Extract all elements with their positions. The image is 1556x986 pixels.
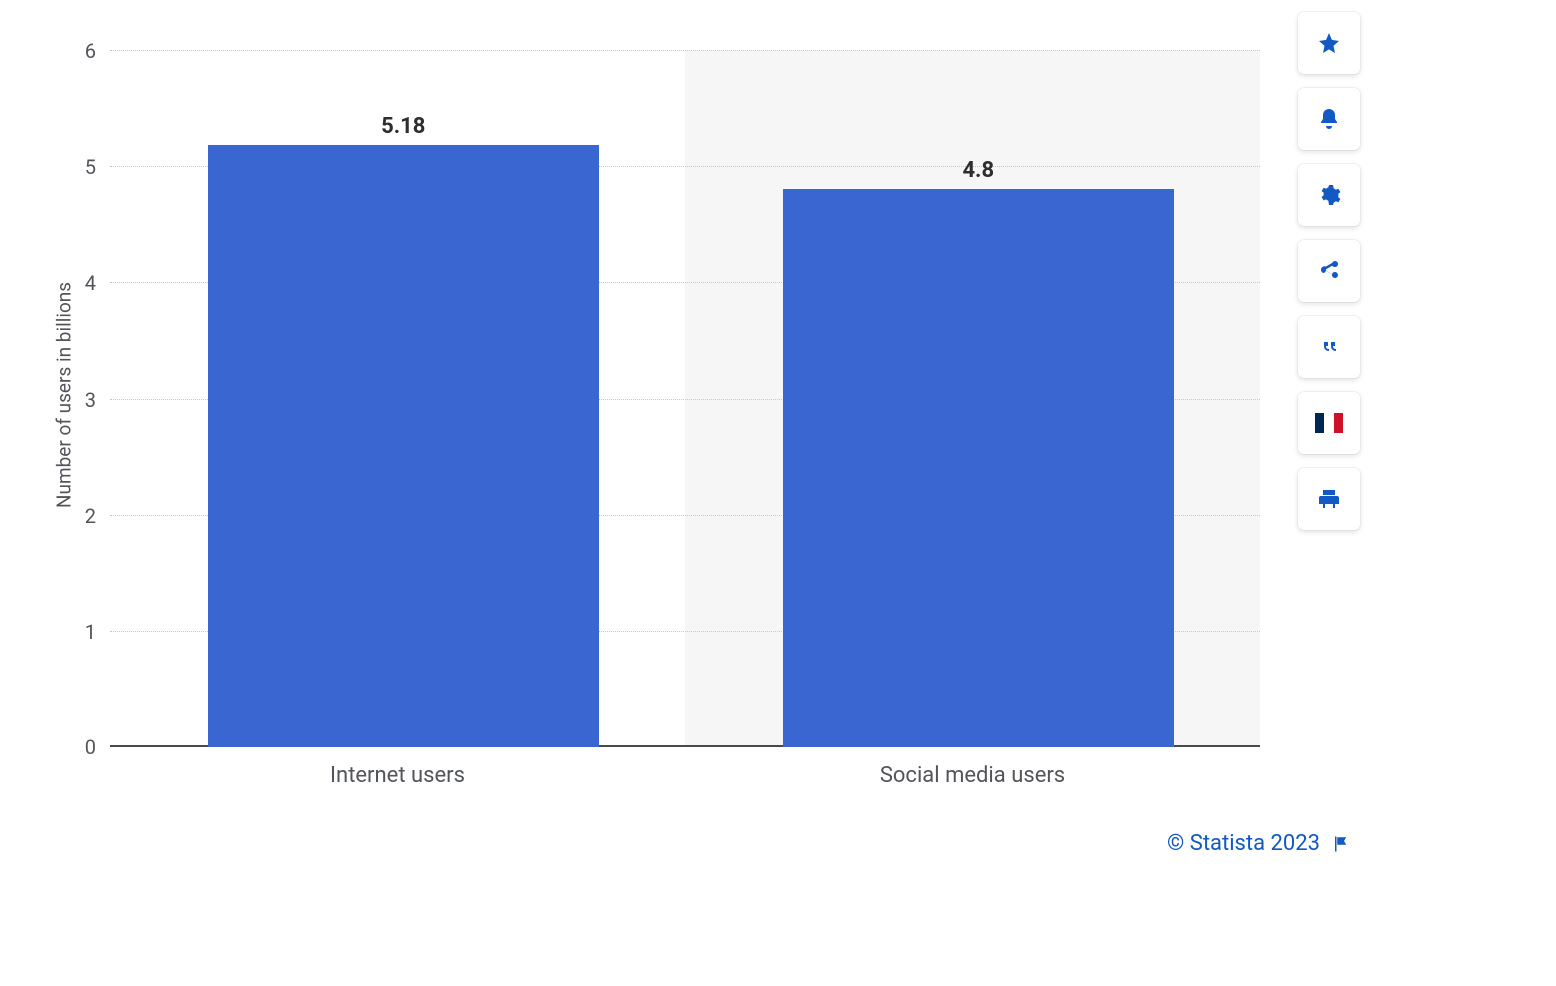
chart-stage: Number of users in billions 6 5 4 3 2 1 … <box>0 0 1556 986</box>
plot-area: 6 5 4 3 2 1 0 5.18 4.8 Internet users So… <box>110 50 1260 747</box>
y-tick: 2 <box>85 504 96 528</box>
bar-internet-users: 5.18 <box>208 145 599 747</box>
y-tick: 4 <box>85 271 96 295</box>
y-tick: 5 <box>85 155 96 179</box>
flag-fr-icon <box>1315 413 1343 433</box>
bar-social-media-users: 4.8 <box>783 189 1174 747</box>
y-tick: 1 <box>85 620 96 644</box>
y-tick: 0 <box>85 735 96 759</box>
share-icon <box>1317 259 1341 283</box>
bar-value-label: 4.8 <box>962 158 994 183</box>
print-button[interactable] <box>1298 468 1360 530</box>
cite-button[interactable] <box>1298 316 1360 378</box>
star-icon <box>1317 31 1341 55</box>
language-button[interactable] <box>1298 392 1360 454</box>
gridline: 6 <box>110 50 1260 51</box>
y-tick: 6 <box>85 39 96 63</box>
x-tick-label: Internet users <box>330 763 465 788</box>
bell-icon <box>1317 107 1341 131</box>
share-button[interactable] <box>1298 240 1360 302</box>
y-tick: 3 <box>85 388 96 412</box>
print-icon <box>1317 487 1341 511</box>
y-axis-label: Number of users in billions <box>53 282 76 508</box>
attribution[interactable]: © Statista 2023 <box>1167 831 1350 856</box>
notify-button[interactable] <box>1298 88 1360 150</box>
settings-button[interactable] <box>1298 164 1360 226</box>
bar-value-label: 5.18 <box>381 114 425 139</box>
favorite-button[interactable] <box>1298 12 1360 74</box>
x-tick-label: Social media users <box>880 763 1065 788</box>
quote-icon <box>1317 335 1341 359</box>
flag-icon <box>1332 835 1350 853</box>
attribution-text: © Statista 2023 <box>1167 831 1320 856</box>
chart-footer: © Statista 2023 <box>1167 831 1350 856</box>
chart-toolbar <box>1298 12 1360 530</box>
gear-icon <box>1317 183 1341 207</box>
